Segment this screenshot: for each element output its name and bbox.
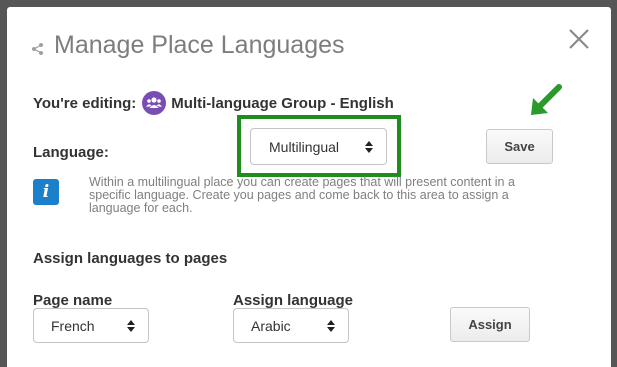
save-button[interactable]: Save — [486, 129, 553, 164]
dialog-title: Manage Place Languages — [54, 31, 345, 59]
page-name-label: Page name — [33, 292, 113, 309]
assign-language-select[interactable]: Arabic — [233, 308, 349, 343]
assign-language-label: Assign language — [233, 292, 354, 309]
assign-language-select-value: Arabic — [251, 317, 291, 334]
language-select[interactable]: Multilingual — [250, 128, 387, 165]
page-name-select-value: French — [51, 317, 95, 334]
arrow-pointer-icon — [531, 84, 562, 115]
manage-languages-dialog: Manage Place Languages You're editing: M… — [7, 7, 611, 367]
select-arrows-icon — [126, 319, 136, 332]
editing-row: You're editing: Multi-language Group - E… — [33, 91, 394, 115]
editing-label: You're editing: — [33, 94, 137, 112]
assign-button[interactable]: Assign — [450, 307, 530, 342]
page-name-select[interactable]: French — [33, 308, 149, 343]
info-icon: i — [33, 179, 59, 205]
language-label: Language: — [33, 144, 109, 161]
info-text: Within a multilingual place you can crea… — [89, 175, 515, 215]
group-icon — [142, 91, 167, 115]
select-arrows-icon — [326, 319, 336, 332]
share-icon — [32, 43, 43, 55]
assign-section-heading: Assign languages to pages — [33, 250, 228, 267]
select-arrows-icon — [364, 140, 374, 153]
close-icon[interactable] — [567, 27, 591, 51]
language-select-value: Multilingual — [269, 138, 340, 155]
group-name: Multi-language Group - English — [171, 94, 394, 112]
